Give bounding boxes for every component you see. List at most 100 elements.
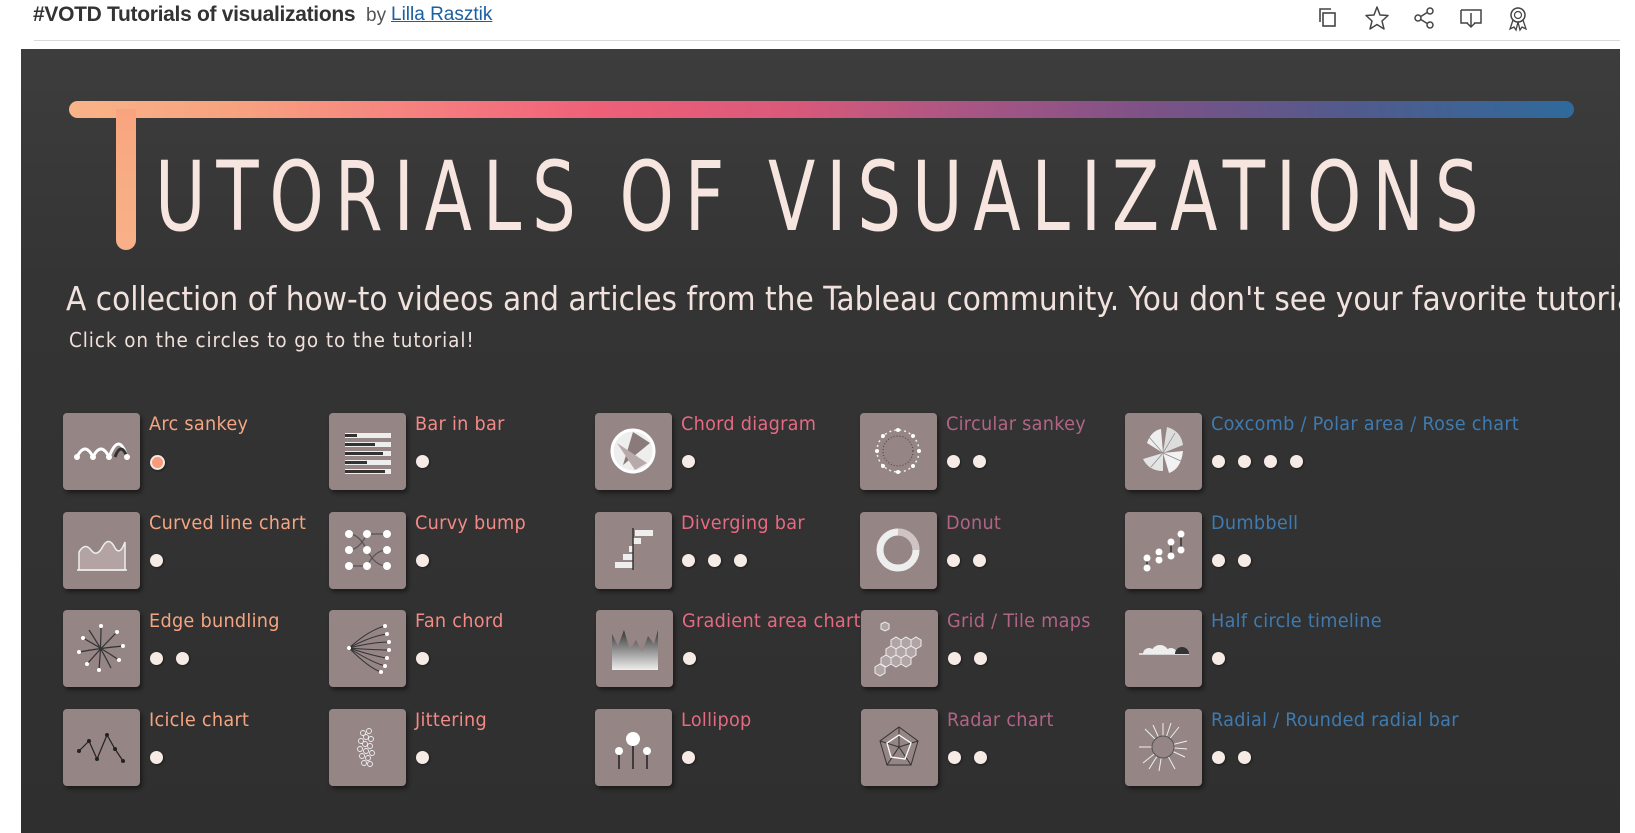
tutorial-link-circle[interactable] xyxy=(682,554,695,567)
tutorial-link-dots xyxy=(682,751,695,767)
tutorial-tile-chord-diagram[interactable] xyxy=(595,413,672,490)
tutorial-link-circle[interactable] xyxy=(416,652,429,665)
tutorial-link-circle[interactable] xyxy=(416,554,429,567)
tutorial-link-circle[interactable] xyxy=(150,751,163,764)
tutorial-label[interactable]: Jittering xyxy=(415,709,487,731)
tutorial-link-circle[interactable] xyxy=(682,455,695,468)
tutorial-link-dots xyxy=(1212,652,1225,668)
download-icon[interactable] xyxy=(1456,3,1486,33)
tutorial-label[interactable]: Radial / Rounded radial bar xyxy=(1211,709,1459,731)
tutorial-link-circle[interactable] xyxy=(682,751,695,764)
tutorial-tile-half-circle-timeline[interactable] xyxy=(1125,610,1202,687)
radial-bar-icon xyxy=(1139,722,1188,772)
jittering-icon xyxy=(357,728,375,767)
tutorial-link-circle[interactable] xyxy=(150,554,163,567)
tutorial-link-circle[interactable] xyxy=(683,652,696,665)
tutorial-label[interactable]: Chord diagram xyxy=(681,413,816,435)
tutorial-label[interactable]: Bar in bar xyxy=(415,413,505,435)
tutorial-label[interactable]: Curvy bump xyxy=(415,512,526,534)
tutorial-label[interactable]: Grid / Tile maps xyxy=(947,610,1091,632)
tutorial-link-circle[interactable] xyxy=(1264,455,1277,468)
tutorial-link-dots xyxy=(416,751,429,767)
tutorial-label[interactable]: Half circle timeline xyxy=(1211,610,1382,632)
tutorial-label[interactable]: Donut xyxy=(946,512,1001,534)
tutorial-tile-donut[interactable] xyxy=(860,512,937,589)
tutorial-link-circle[interactable] xyxy=(150,652,163,665)
share-icon[interactable] xyxy=(1409,3,1439,33)
half-circle-timeline-icon xyxy=(1139,645,1189,655)
tutorial-tile-edge-bundling[interactable] xyxy=(63,610,140,687)
tutorial-label[interactable]: Coxcomb / Polar area / Rose chart xyxy=(1211,413,1519,435)
tutorial-link-circle[interactable] xyxy=(948,751,961,764)
tutorial-link-circle[interactable] xyxy=(973,554,986,567)
tutorial-label[interactable]: Fan chord xyxy=(415,610,504,632)
tutorial-link-circle[interactable] xyxy=(708,554,721,567)
tutorial-link-circle[interactable] xyxy=(1212,455,1225,468)
by-label: by xyxy=(366,5,387,26)
tutorial-tile-fan-chord[interactable] xyxy=(329,610,406,687)
tutorial-link-circle[interactable] xyxy=(416,455,429,468)
tutorial-label[interactable]: Lollipop xyxy=(681,709,752,731)
tutorial-link-dots xyxy=(682,554,747,570)
tutorial-label[interactable]: Arc sankey xyxy=(149,413,248,435)
gradient-area-chart-icon xyxy=(612,630,658,670)
tutorial-link-circle[interactable] xyxy=(150,455,165,470)
copy-icon[interactable] xyxy=(1314,3,1344,33)
star-icon[interactable] xyxy=(1362,3,1392,33)
tutorial-link-dots xyxy=(948,652,987,668)
icicle-chart-icon xyxy=(77,733,125,763)
tutorial-link-circle[interactable] xyxy=(1238,455,1251,468)
tutorial-link-circle[interactable] xyxy=(1238,554,1251,567)
tutorial-tile-dumbbell[interactable] xyxy=(1125,512,1202,589)
tutorial-tile-grid-tile-maps[interactable] xyxy=(861,610,938,687)
tutorial-label[interactable]: Edge bundling xyxy=(149,610,280,632)
tutorial-link-dots xyxy=(416,652,429,668)
tutorial-tile-jittering[interactable] xyxy=(329,709,406,786)
tutorial-link-circle[interactable] xyxy=(1212,652,1225,665)
tutorial-link-circle[interactable] xyxy=(947,455,960,468)
tutorial-tile-curvy-bump[interactable] xyxy=(329,512,406,589)
tutorial-label[interactable]: Circular sankey xyxy=(946,413,1086,435)
tutorial-link-dots xyxy=(683,652,696,668)
fan-chord-icon xyxy=(347,624,391,674)
tutorial-link-circle[interactable] xyxy=(974,652,987,665)
tutorial-link-circle[interactable] xyxy=(948,652,961,665)
tutorial-label[interactable]: Gradient area chart xyxy=(682,610,861,632)
tutorial-link-circle[interactable] xyxy=(1238,751,1251,764)
award-icon[interactable] xyxy=(1503,3,1533,33)
tutorial-link-circle[interactable] xyxy=(1212,751,1225,764)
tutorial-tile-lollipop[interactable] xyxy=(595,709,672,786)
tutorial-tile-icicle-chart[interactable] xyxy=(63,709,140,786)
tutorial-link-dots xyxy=(682,455,695,471)
dashboard: UTORIALS OF VISUALIZATIONS A collection … xyxy=(21,49,1620,833)
tutorial-link-circle[interactable] xyxy=(176,652,189,665)
bar-in-bar-icon xyxy=(345,433,391,474)
tutorial-tile-radar-chart[interactable] xyxy=(861,709,938,786)
tutorial-tile-coxcomb-polar-area-rose-chart[interactable] xyxy=(1125,413,1202,490)
tutorial-link-circle[interactable] xyxy=(947,554,960,567)
arc-sankey-icon xyxy=(74,442,130,460)
tutorial-tile-arc-sankey[interactable] xyxy=(63,413,140,490)
tutorial-tile-gradient-area-chart[interactable] xyxy=(596,610,673,687)
tutorial-link-dots xyxy=(1212,751,1251,767)
tutorial-tile-diverging-bar[interactable] xyxy=(595,512,672,589)
tutorial-label[interactable]: Radar chart xyxy=(947,709,1054,731)
tutorial-tile-curved-line-chart[interactable] xyxy=(63,512,140,589)
tutorial-tile-bar-in-bar[interactable] xyxy=(329,413,406,490)
tutorial-link-circle[interactable] xyxy=(734,554,747,567)
tutorial-tile-radial-rounded-radial-bar[interactable] xyxy=(1125,709,1202,786)
tutorial-link-circle[interactable] xyxy=(973,455,986,468)
tutorial-label[interactable]: Diverging bar xyxy=(681,512,805,534)
tutorial-link-dots xyxy=(947,554,986,570)
author-link[interactable]: Lilla Rasztik xyxy=(391,4,492,26)
tutorial-link-circle[interactable] xyxy=(974,751,987,764)
tutorial-link-circle[interactable] xyxy=(1212,554,1225,567)
tutorial-label[interactable]: Dumbbell xyxy=(1211,512,1298,534)
dashboard-headline: UTORIALS OF VISUALIZATIONS xyxy=(155,141,1490,253)
tutorial-link-circle[interactable] xyxy=(416,751,429,764)
tutorial-tile-circular-sankey[interactable] xyxy=(860,413,937,490)
tutorial-label[interactable]: Curved line chart xyxy=(149,512,306,534)
tutorial-link-circle[interactable] xyxy=(1290,455,1303,468)
title-letter-t xyxy=(116,109,136,250)
tutorial-label[interactable]: Icicle chart xyxy=(149,709,249,731)
